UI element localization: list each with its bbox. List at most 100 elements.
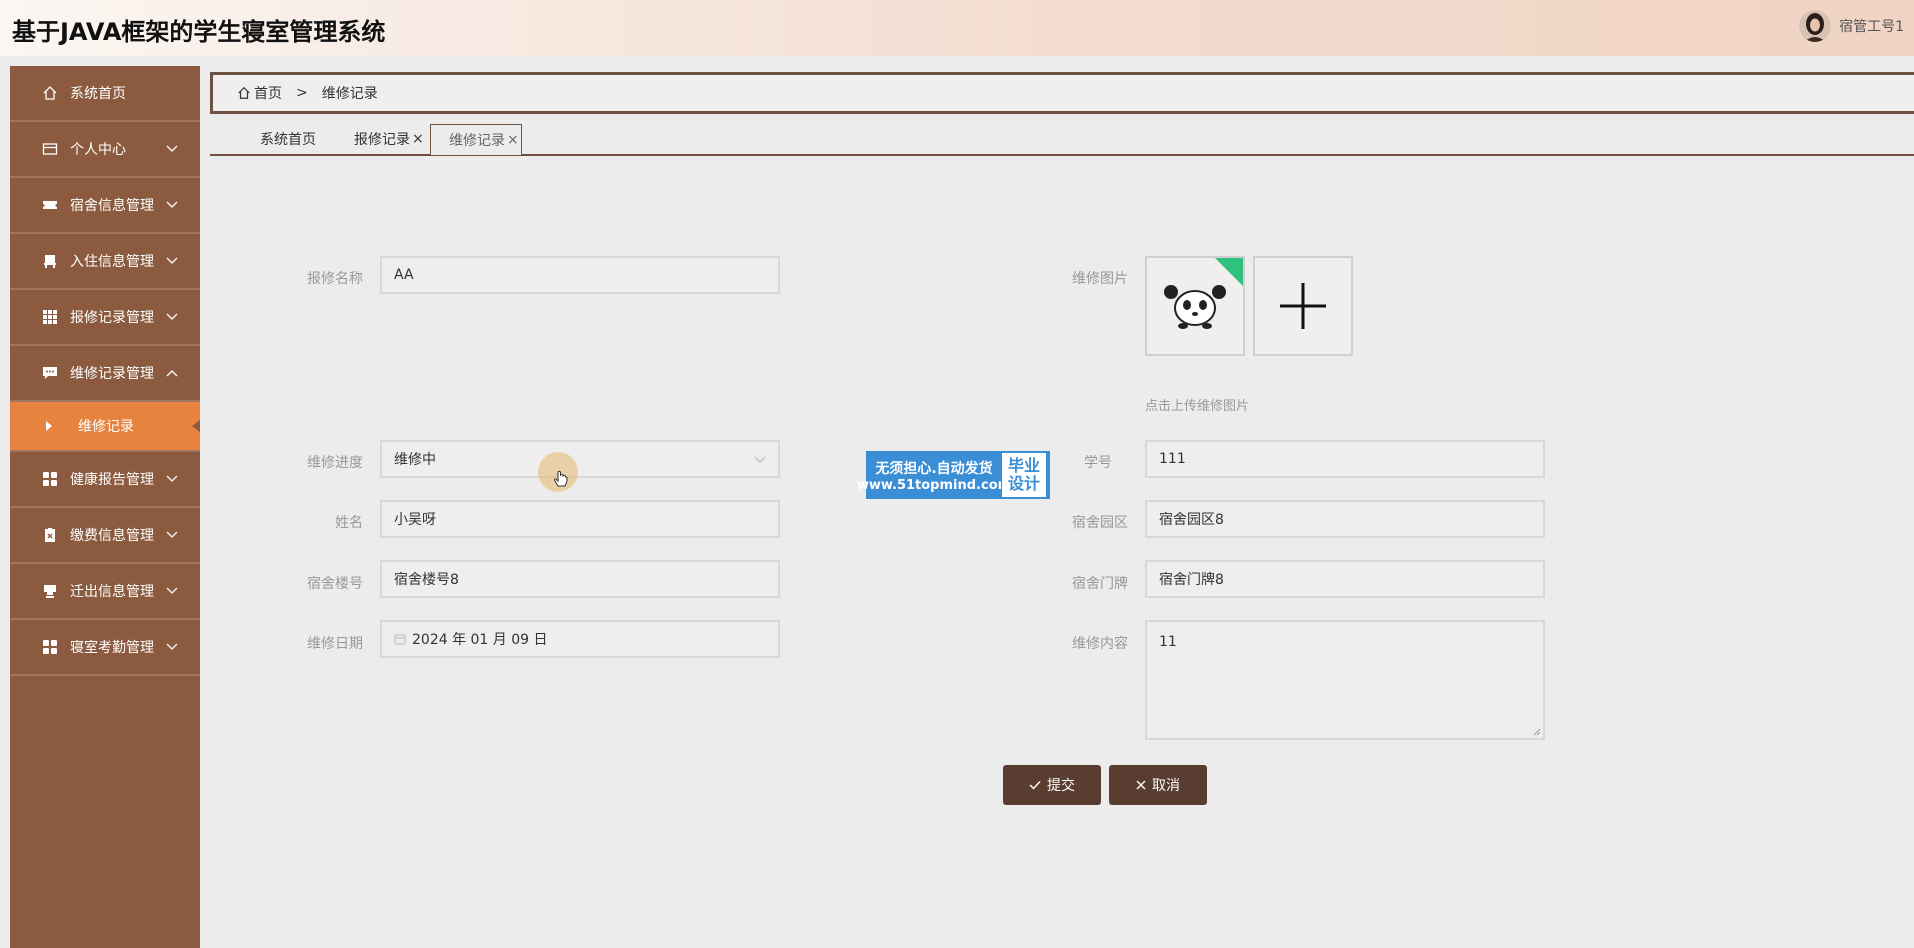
promo-main: 无须担心.自动发货 www.51topmind.com [857, 452, 1011, 498]
repair-content-textarea[interactable]: 11 [1145, 620, 1545, 740]
sidebar-subitem-repair-record[interactable]: 维修记录 [10, 402, 200, 452]
repair-date-value: 2024 年 01 月 09 日 [412, 632, 548, 648]
promo-line1: 无须担心.自动发货 [875, 460, 993, 477]
name-label: 姓名 [335, 515, 363, 531]
progress-value: 维修中 [394, 452, 436, 468]
close-icon[interactable]: × [412, 131, 424, 147]
grid-icon [40, 309, 60, 325]
sidebar-item-label: 寝室考勤管理 [70, 640, 154, 656]
chevron-down-icon [166, 309, 178, 325]
breadcrumb-home[interactable]: 首页 [237, 83, 282, 103]
chat-icon [40, 365, 60, 381]
sidebar-item-personal-center[interactable]: 个人中心 [10, 122, 200, 178]
report-name-field[interactable]: AA [380, 256, 780, 294]
student-no-value: 111 [1159, 451, 1186, 467]
resize-handle-icon[interactable] [1531, 726, 1541, 736]
apps-icon [40, 639, 60, 655]
promo-side: 毕业 设计 [1001, 452, 1047, 498]
avatar[interactable] [1799, 10, 1832, 42]
sidebar-item-dorm-info[interactable]: 宿舍信息管理 [10, 178, 200, 234]
cancel-label: 取消 [1152, 778, 1180, 794]
panda-icon [1164, 258, 1243, 329]
repair-date-field[interactable]: 2024 年 01 月 09 日 [380, 620, 780, 658]
dorm-park-label: 宿舍园区 [1072, 515, 1128, 531]
cup-icon [40, 583, 60, 599]
chevron-down-icon [166, 471, 178, 487]
promo-line2: www.51topmind.com [856, 477, 1012, 493]
sidebar-item-home[interactable]: 系统首页 [10, 66, 200, 122]
sidebar-item-repair-record[interactable]: 维修记录管理 [10, 346, 200, 402]
upload-hint: 点击上传维修图片 [1145, 399, 1250, 414]
sidebar-item-repair-request[interactable]: 报修记录管理 [10, 290, 200, 346]
dorm-park-value: 宿舍园区8 [1159, 512, 1224, 528]
promo-banner: 无须担心.自动发货 www.51topmind.com 毕业 设计 [857, 451, 1050, 499]
chevron-down-icon [166, 583, 178, 599]
home-icon [40, 85, 60, 101]
breadcrumb-separator: > [296, 85, 308, 101]
chevron-down-icon [166, 527, 178, 543]
cancel-button[interactable]: 取消 [1109, 765, 1207, 805]
calendar-icon [394, 633, 406, 645]
sidebar-item-label: 系统首页 [70, 86, 126, 102]
dorm-building-field[interactable]: 宿舍楼号8 [380, 560, 780, 598]
submit-button[interactable]: 提交 [1003, 765, 1101, 805]
promo-side1: 毕业 [1007, 456, 1040, 475]
tab-bar: 系统首页 报修记录 × 维修记录 × [210, 122, 1914, 156]
sidebar-item-label: 个人中心 [70, 142, 126, 158]
tab-repair-request[interactable]: 报修记录 × [354, 124, 424, 154]
sidebar-item-checkout-info[interactable]: 迁出信息管理 [10, 564, 200, 620]
sidebar-subitem-label: 维修记录 [78, 419, 134, 435]
name-value: 小吴呀 [394, 512, 436, 528]
close-icon[interactable]: × [507, 132, 519, 148]
sidebar-item-label: 缴费信息管理 [70, 528, 154, 544]
close-icon [1136, 780, 1146, 790]
breadcrumb: 首页 > 维修记录 [210, 72, 1914, 114]
dorm-door-label: 宿舍门牌 [1072, 576, 1128, 592]
caret-right-icon [46, 421, 52, 431]
tab-home[interactable]: 系统首页 [260, 124, 316, 154]
sidebar-item-label: 宿舍信息管理 [70, 198, 154, 214]
sidebar: 系统首页 个人中心 宿舍信息管理 入住信息管理 报修记录管理 维修记录管理 维修… [10, 66, 200, 948]
breadcrumb-home-label[interactable]: 首页 [254, 83, 282, 103]
tab-label: 报修记录 [354, 132, 410, 148]
chevron-down-icon [166, 253, 178, 269]
submit-label: 提交 [1047, 778, 1075, 794]
chair-icon [40, 253, 60, 269]
home-icon [237, 86, 251, 100]
breadcrumb-current: 维修记录 [321, 86, 378, 102]
sidebar-item-attendance[interactable]: 寝室考勤管理 [10, 620, 200, 676]
hand-cursor-icon [553, 470, 569, 494]
sidebar-item-checkin-info[interactable]: 入住信息管理 [10, 234, 200, 290]
report-name-value: AA [394, 267, 414, 283]
repair-image-thumbnail[interactable] [1145, 256, 1245, 356]
clipboard-icon [40, 527, 60, 543]
top-header: 基于JAVA框架的学生寝室管理系统 宿管工号1 [0, 0, 1914, 56]
promo-side2: 设计 [1007, 474, 1040, 493]
repair-content-label: 维修内容 [1072, 636, 1128, 652]
ticket-icon [40, 197, 60, 213]
sidebar-item-health-report[interactable]: 健康报告管理 [10, 452, 200, 508]
student-no-field[interactable]: 111 [1145, 440, 1545, 478]
progress-label: 维修进度 [307, 455, 363, 471]
dorm-door-value: 宿舍门牌8 [1159, 572, 1224, 588]
sidebar-item-payment-info[interactable]: 缴费信息管理 [10, 508, 200, 564]
user-menu[interactable]: 宿管工号1 [1799, 10, 1904, 42]
sidebar-item-label: 迁出信息管理 [70, 584, 154, 600]
check-icon [1029, 780, 1041, 790]
sidebar-item-label: 入住信息管理 [70, 254, 154, 270]
app-title: 基于JAVA框架的学生寝室管理系统 [12, 18, 386, 46]
tab-label: 维修记录 [449, 133, 505, 149]
repair-image-label: 维修图片 [1072, 271, 1128, 287]
name-field[interactable]: 小吴呀 [380, 500, 780, 538]
add-image-button[interactable] [1253, 256, 1353, 356]
tab-repair-record[interactable]: 维修记录 × [430, 124, 522, 155]
user-name[interactable]: 宿管工号1 [1839, 16, 1904, 36]
progress-select[interactable]: 维修中 [380, 440, 780, 478]
chevron-up-icon [166, 365, 178, 381]
chevron-down-icon [754, 452, 766, 468]
dorm-building-value: 宿舍楼号8 [394, 572, 459, 588]
dorm-park-field[interactable]: 宿舍园区8 [1145, 500, 1545, 538]
dorm-door-field[interactable]: 宿舍门牌8 [1145, 560, 1545, 598]
chevron-down-icon [166, 639, 178, 655]
repair-date-label: 维修日期 [307, 636, 363, 652]
